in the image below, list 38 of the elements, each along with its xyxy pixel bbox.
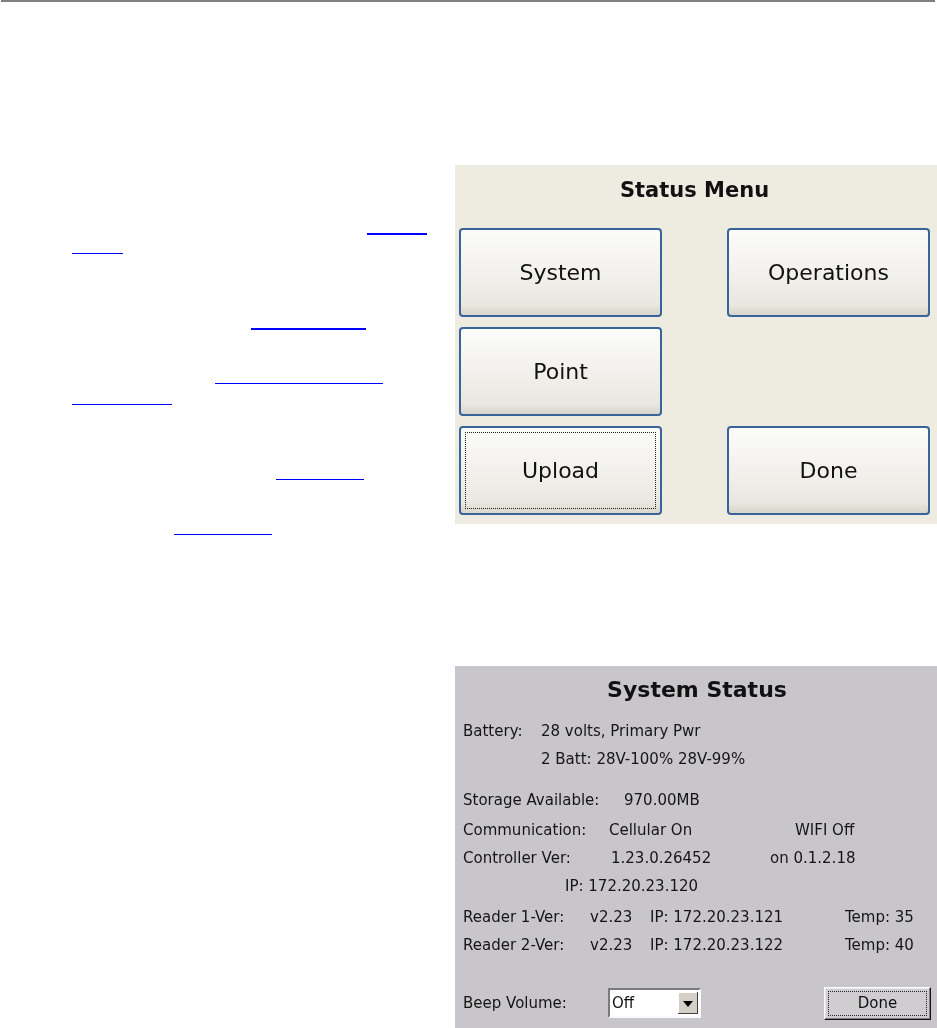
controller-ip: IP: 172.20.23.120: [565, 877, 699, 895]
beep-volume-label: Beep Volume:: [463, 994, 568, 1012]
reader-temperature: Temp: 35: [845, 908, 914, 926]
controller-version-note: on 0.1.2.18: [770, 849, 856, 867]
reader-ip: IP: 172.20.23.122: [650, 936, 785, 954]
reader-temperature: Temp: 40: [845, 936, 914, 954]
menu-button[interactable]: Point: [459, 327, 662, 416]
panel-title: System Status: [606, 676, 788, 704]
reader-label: Reader 1-Ver:: [463, 908, 566, 926]
battery-value: 28 volts, Primary Pwr: [541, 722, 701, 740]
menu-button[interactable]: Done: [727, 426, 930, 515]
reader-label: Reader 2-Ver:: [463, 936, 566, 954]
link-underline[interactable]: [367, 233, 427, 235]
dropdown-arrow-icon[interactable]: [678, 992, 698, 1014]
link-underline[interactable]: [276, 479, 364, 480]
menu-button[interactable]: Upload: [459, 426, 662, 515]
controller-version-label: Controller Ver:: [463, 849, 572, 867]
panel-title: Status Menu: [618, 177, 771, 204]
cellular-status: Cellular On: [609, 821, 694, 839]
menu-button[interactable]: Operations: [727, 228, 930, 317]
link-underline[interactable]: [72, 404, 172, 405]
battery-label: Battery:: [463, 722, 524, 740]
menu-button[interactable]: System: [459, 228, 662, 317]
link-underline[interactable]: [174, 534, 272, 535]
battery-value: 2 Batt: 28V-100% 28V-99%: [541, 750, 746, 768]
reader-ip: IP: 172.20.23.121: [650, 908, 785, 926]
controller-version: 1.23.0.26452: [611, 849, 713, 867]
reader-version: v2.23: [590, 908, 634, 926]
storage-value: 970.00MB: [624, 791, 700, 809]
communication-label: Communication:: [463, 821, 588, 839]
link-underline[interactable]: [251, 328, 366, 330]
reader-version: v2.23: [590, 936, 634, 954]
done-button[interactable]: Done: [824, 986, 931, 1020]
beep-volume-dropdown[interactable]: Off: [608, 988, 701, 1018]
wifi-status: WIFI Off: [795, 821, 855, 839]
link-underline[interactable]: [215, 383, 383, 384]
link-underline[interactable]: [72, 253, 123, 254]
storage-label: Storage Available:: [463, 791, 601, 809]
